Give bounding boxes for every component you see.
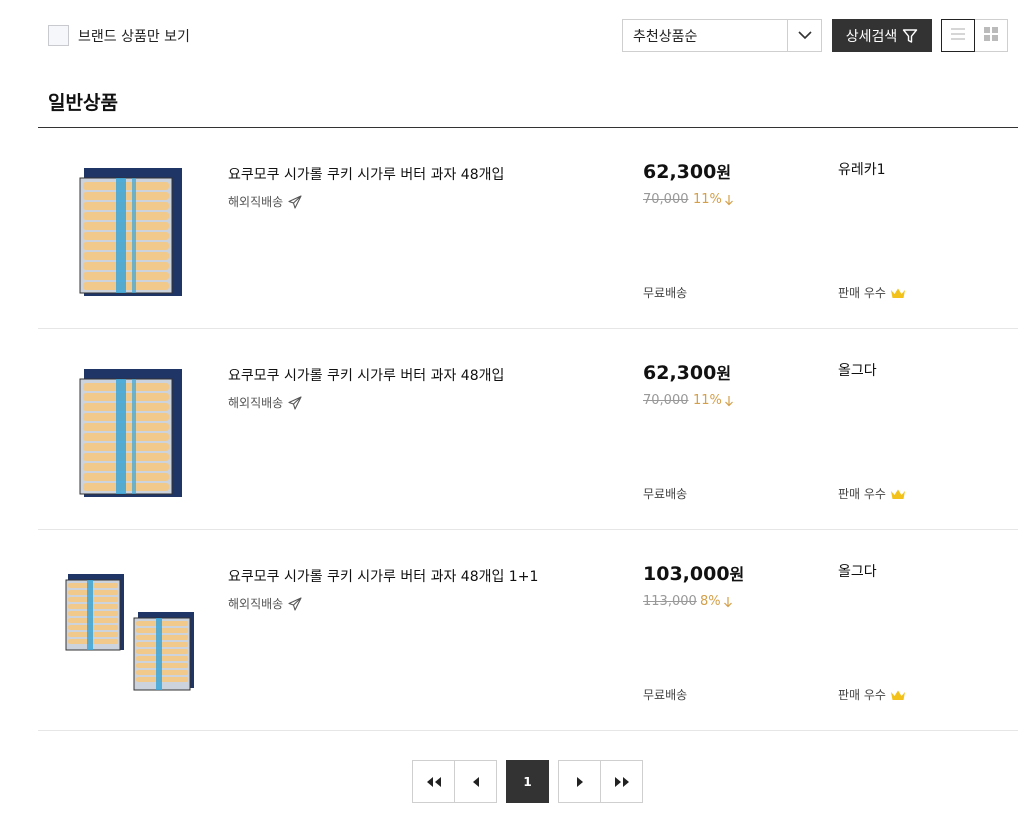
price-unit: 원 — [716, 364, 732, 383]
product-name[interactable]: 요쿠모쿠 시가롤 쿠키 시가루 버터 과자 48개입 — [228, 164, 504, 184]
discount-value: 11% — [693, 192, 722, 207]
product-image[interactable] — [60, 359, 200, 499]
sale-price: 62,300원 — [643, 360, 731, 384]
double-chevron-right-icon — [614, 772, 630, 791]
page-number-button[interactable]: 1 — [506, 760, 549, 803]
list-view-icon — [950, 26, 966, 45]
seller-name[interactable]: 올그다 — [838, 561, 877, 581]
brand-only-filter[interactable]: 브랜드 상품만 보기 — [48, 25, 190, 46]
prev-page-button[interactable] — [454, 760, 497, 803]
overseas-shipping-tag: 해외직배송 — [228, 595, 303, 612]
sale-price: 62,300원 — [643, 159, 731, 183]
seller-badge: 판매 우수 — [838, 485, 906, 502]
sale-price-value: 103,000 — [643, 563, 730, 585]
seller-name[interactable]: 유레카1 — [838, 159, 886, 179]
crown-icon — [890, 488, 906, 500]
free-delivery: 무료배송 — [643, 487, 688, 501]
seller-badge: 판매 우수 — [838, 686, 906, 703]
down-arrow-icon — [724, 395, 734, 407]
discount-rate: 11% — [693, 192, 734, 207]
discount-rate: 11% — [693, 393, 734, 408]
product-image[interactable] — [60, 158, 200, 298]
seller-badge-label: 판매 우수 — [838, 286, 886, 300]
list-toolbar: 브랜드 상품만 보기 추천상품순 상세검색 — [0, 0, 1023, 70]
section-title: 일반상품 — [48, 92, 118, 114]
seller-name[interactable]: 올그다 — [838, 360, 877, 380]
sort-selected-value: 추천상품순 — [633, 28, 698, 45]
product-name[interactable]: 요쿠모쿠 시가롤 쿠키 시가루 버터 과자 48개입 1+1 — [228, 566, 538, 586]
overseas-shipping-tag: 해외직배송 — [228, 193, 303, 210]
seller-badge: 판매 우수 — [838, 284, 906, 301]
grid-view-icon — [983, 26, 998, 45]
price-unit: 원 — [729, 565, 745, 584]
next-page-button[interactable] — [558, 760, 601, 803]
down-arrow-icon — [724, 194, 734, 206]
shipping-tag-label: 해외직배송 — [228, 597, 284, 611]
product-row[interactable]: 요쿠모쿠 시가롤 쿠키 시가루 버터 과자 48개입 1+1 해외직배송 103… — [38, 530, 1018, 731]
free-delivery: 무료배송 — [643, 688, 688, 702]
list-view-button[interactable] — [941, 19, 975, 52]
seller-badge-label: 판매 우수 — [838, 688, 886, 702]
detail-search-button[interactable]: 상세검색 — [832, 19, 932, 52]
sort-select[interactable]: 추천상품순 — [622, 19, 822, 52]
double-chevron-left-icon — [426, 772, 442, 791]
grid-view-button[interactable] — [975, 20, 1008, 51]
original-price: 113,000 — [643, 594, 697, 609]
product-image[interactable] — [60, 560, 200, 700]
price-unit: 원 — [716, 163, 732, 182]
product-row[interactable]: 요쿠모쿠 시가롤 쿠키 시가루 버터 과자 48개입 해외직배송 62,300원… — [38, 128, 1018, 329]
original-price: 70,000 — [643, 192, 689, 207]
pagination: 1 — [412, 760, 643, 803]
last-page-button[interactable] — [600, 760, 643, 803]
product-name[interactable]: 요쿠모쿠 시가롤 쿠키 시가루 버터 과자 48개입 — [228, 365, 504, 385]
first-page-button[interactable] — [412, 760, 455, 803]
sale-price: 103,000원 — [643, 561, 744, 585]
airplane-icon — [287, 596, 303, 612]
original-price: 70,000 — [643, 393, 689, 408]
crown-icon — [890, 689, 906, 701]
brand-only-checkbox[interactable] — [48, 25, 69, 46]
brand-only-label: 브랜드 상품만 보기 — [78, 28, 190, 45]
chevron-right-icon — [576, 772, 584, 791]
shipping-tag-label: 해외직배송 — [228, 195, 284, 209]
sale-price-value: 62,300 — [643, 362, 717, 384]
product-row[interactable]: 요쿠모쿠 시가롤 쿠키 시가루 버터 과자 48개입 해외직배송 62,300원… — [38, 329, 1018, 530]
sale-price-value: 62,300 — [643, 161, 717, 183]
airplane-icon — [287, 395, 303, 411]
free-delivery: 무료배송 — [643, 286, 688, 300]
discount-rate: 8% — [700, 594, 733, 609]
chevron-down-icon[interactable] — [788, 20, 821, 51]
detail-search-label: 상세검색 — [845, 28, 898, 45]
down-arrow-icon — [723, 596, 733, 608]
view-toggle — [941, 19, 1008, 52]
overseas-shipping-tag: 해외직배송 — [228, 394, 303, 411]
discount-value: 8% — [700, 594, 721, 609]
seller-badge-label: 판매 우수 — [838, 487, 886, 501]
airplane-icon — [287, 194, 303, 210]
shipping-tag-label: 해외직배송 — [228, 396, 284, 410]
discount-value: 11% — [693, 393, 722, 408]
filter-icon — [902, 28, 918, 44]
crown-icon — [890, 287, 906, 299]
chevron-left-icon — [472, 772, 480, 791]
